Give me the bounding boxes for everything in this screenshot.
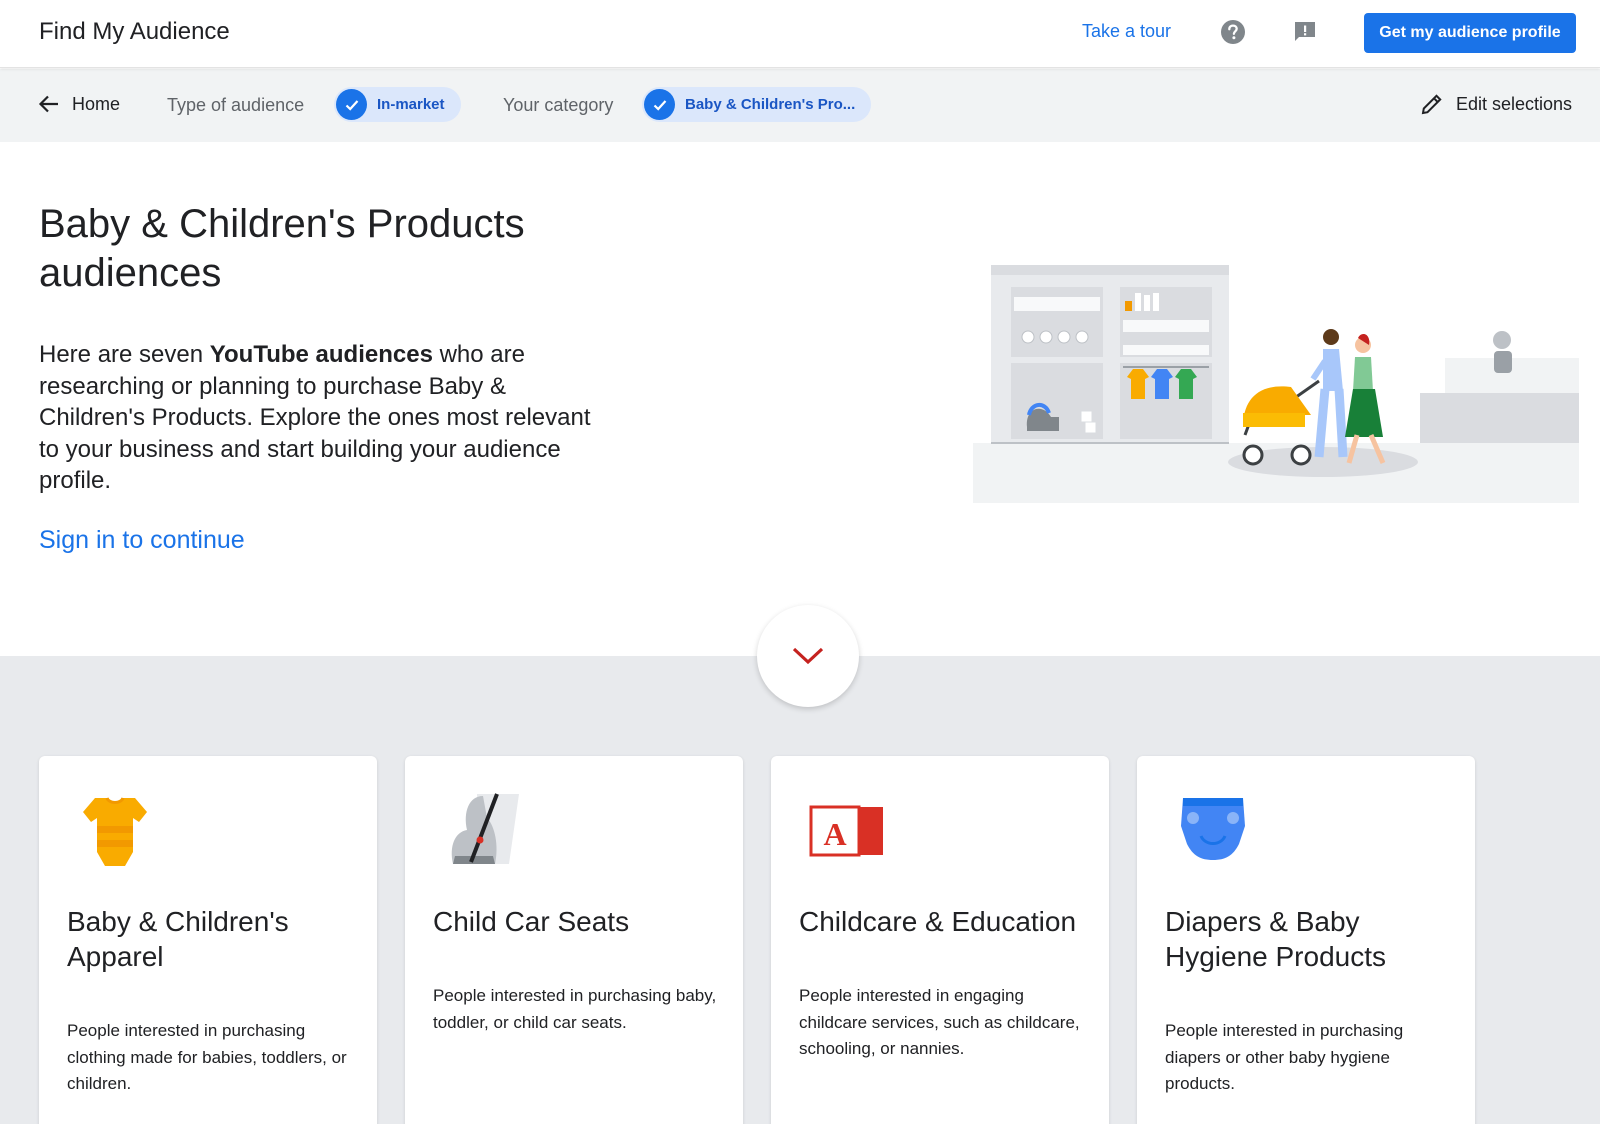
audience-type-value: In-market — [377, 96, 445, 113]
hero-description: Here are seven YouTube audiences who are… — [39, 339, 599, 497]
audience-card-apparel[interactable]: Baby & Children's Apparel People interes… — [39, 756, 377, 1124]
selection-bar: Home Type of audience In-market Your cat… — [0, 69, 1600, 142]
home-label: Home — [72, 93, 121, 114]
check-icon — [336, 89, 367, 120]
baby-onesie-icon — [77, 792, 153, 868]
help-circle-icon[interactable] — [1220, 19, 1246, 45]
chevron-down-icon — [792, 647, 824, 665]
store-illustration — [973, 265, 1579, 503]
audience-type-chip[interactable]: In-market — [334, 87, 461, 122]
card-description: People interested in engaging childcare … — [799, 986, 1080, 1058]
alphabet-block-icon: A — [809, 792, 885, 868]
feedback-icon[interactable] — [1292, 19, 1318, 45]
card-description: People interested in purchasing baby, to… — [433, 986, 717, 1032]
page-title: Baby & Children's Products audiences — [39, 202, 525, 295]
car-seat-icon — [443, 792, 519, 868]
diaper-icon — [1175, 792, 1251, 868]
category-label: Your category — [503, 95, 614, 115]
card-title: Child Car Seats — [433, 906, 630, 937]
audience-card-childcare[interactable]: A Childcare & Education People intereste… — [771, 756, 1109, 1124]
card-title: Baby & Children's Apparel — [67, 906, 289, 972]
block-letter: A — [823, 816, 846, 852]
card-description: People interested in purchasing diapers … — [1165, 1021, 1404, 1093]
card-title: Diapers & Baby Hygiene Products — [1165, 906, 1387, 972]
top-app-bar: Find My Audience Take a tour Get my audi… — [0, 0, 1600, 68]
sign-in-link[interactable]: Sign in to continue — [39, 526, 245, 555]
app-title: Find My Audience — [39, 18, 230, 45]
get-audience-profile-button[interactable]: Get my audience profile — [1364, 13, 1576, 53]
audience-type-label: Type of audience — [167, 95, 305, 115]
pencil-icon — [1421, 94, 1442, 115]
audience-card-car-seats[interactable]: Child Car Seats People interested in pur… — [405, 756, 743, 1124]
edit-selections-link[interactable]: Edit selections — [1420, 92, 1572, 116]
edit-selections-label: Edit selections — [1456, 93, 1573, 114]
take-a-tour-link[interactable]: Take a tour — [1082, 21, 1171, 42]
check-icon — [644, 89, 675, 120]
home-link[interactable]: Home — [38, 93, 120, 115]
arrow-back-icon — [38, 95, 58, 113]
category-value: Baby & Children's Pro... — [685, 96, 856, 113]
hero-desc-intro: Here are seven — [39, 341, 210, 368]
card-description: People interested in purchasing clothing… — [67, 1021, 347, 1093]
audience-card-diapers[interactable]: Diapers & Baby Hygiene Products People i… — [1137, 756, 1475, 1124]
scroll-down-button[interactable] — [757, 605, 859, 707]
category-chip[interactable]: Baby & Children's Pro... — [642, 87, 872, 122]
card-title: Childcare & Education — [799, 906, 1077, 937]
hero-desc-bold: YouTube audiences — [209, 341, 433, 368]
